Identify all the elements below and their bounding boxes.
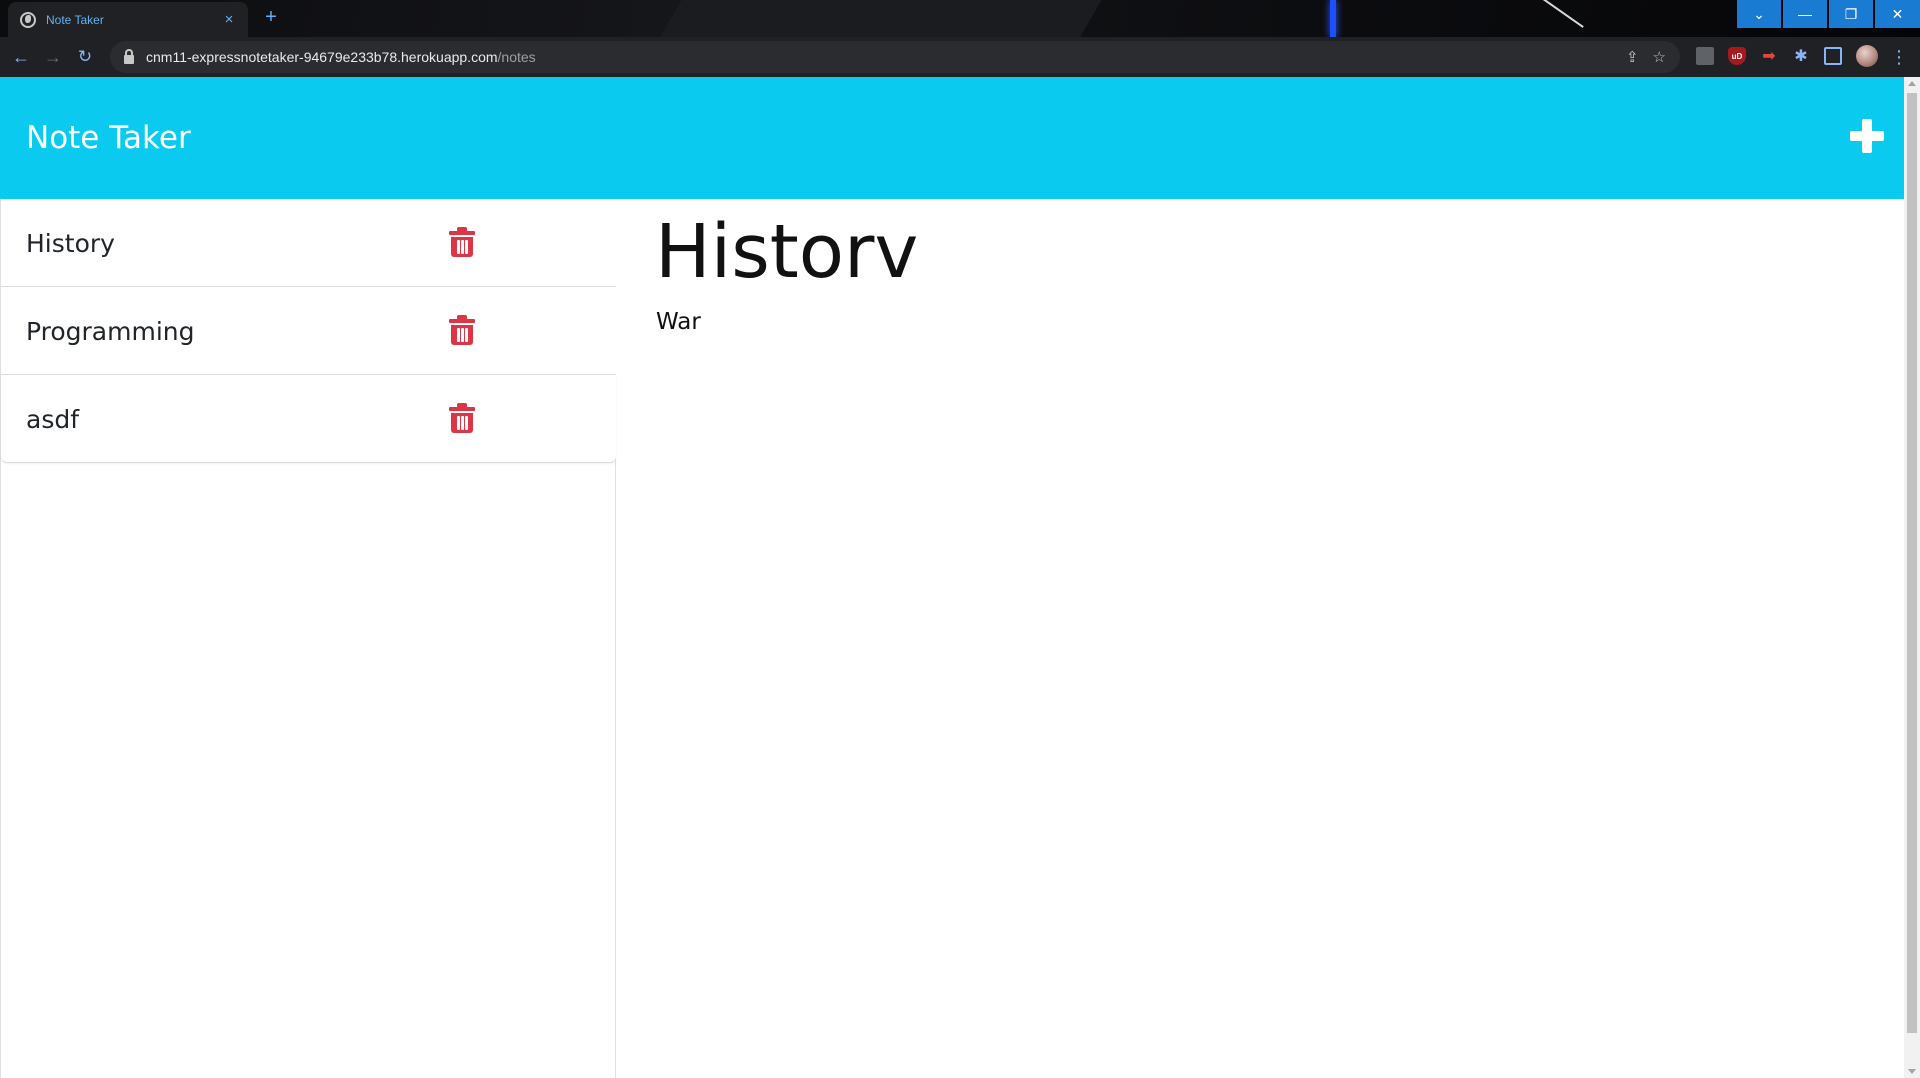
forward-button[interactable]: →	[41, 45, 65, 69]
scroll-down-arrow-icon[interactable]	[1908, 1069, 1916, 1074]
browser-menu-icon[interactable]: ⋮	[1890, 45, 1908, 69]
share-icon[interactable]: ⇪	[1626, 48, 1639, 66]
reload-button[interactable]: ↻	[73, 45, 97, 69]
browser-toolbar: ← → ↻ cnm11-expressnotetaker-94679e233b7…	[0, 37, 1920, 77]
side-panel-icon[interactable]	[1824, 47, 1842, 65]
wallpaper-accent	[1330, 0, 1336, 37]
tab-search-button[interactable]: ⌄	[1737, 0, 1781, 28]
app-header: Note Taker	[0, 77, 1904, 199]
page-scrollbar[interactable]	[1904, 77, 1920, 1078]
trash-icon[interactable]	[449, 227, 475, 257]
lock-icon[interactable]	[124, 48, 134, 64]
url-path: /notes	[497, 49, 536, 65]
note-title-input[interactable]: Historv	[655, 209, 918, 295]
close-window-button[interactable]: ✕	[1875, 0, 1920, 28]
new-note-plus-icon[interactable]	[1850, 119, 1884, 153]
wallpaper-line	[1540, 0, 1584, 28]
extension-icon[interactable]	[1696, 47, 1714, 65]
tab-close-icon[interactable]: ×	[220, 11, 238, 28]
notes-sidebar: History Programming asdf	[0, 199, 616, 1078]
list-item[interactable]: History	[1, 199, 616, 287]
profile-avatar[interactable]	[1856, 45, 1878, 67]
list-item[interactable]: Programming	[1, 287, 616, 375]
bookmark-star-icon[interactable]: ☆	[1653, 48, 1666, 66]
scroll-thumb[interactable]	[1907, 93, 1917, 1033]
new-tab-button[interactable]: +	[260, 6, 282, 28]
note-list: History Programming asdf	[1, 199, 616, 463]
globe-icon	[20, 11, 36, 28]
restore-button[interactable]: ❐	[1829, 0, 1873, 28]
note-list-title[interactable]: asdf	[26, 405, 79, 434]
puzzle-icon[interactable]: ✱	[1792, 47, 1810, 65]
extension-arrow-icon[interactable]: ➡	[1760, 47, 1778, 65]
note-list-title[interactable]: Programming	[26, 317, 195, 346]
browser-chrome: Note Taker × + ⌄ — ❐ ✕ ← → ↻ cnm11-expre…	[0, 0, 1920, 77]
tab-title: Note Taker	[46, 12, 104, 27]
note-text-area[interactable]: War	[656, 309, 701, 335]
wallpaper-shape	[646, 0, 1114, 37]
minimize-button[interactable]: —	[1783, 0, 1827, 28]
omnibox-actions: ⇪ ☆	[1626, 48, 1666, 66]
page-content: Note Taker History Programming asdf Hist…	[0, 77, 1904, 1078]
tab-strip: Note Taker × +	[0, 0, 1920, 37]
trash-icon[interactable]	[449, 403, 475, 433]
address-bar[interactable]: cnm11-expressnotetaker-94679e233b78.hero…	[110, 41, 1680, 73]
back-button[interactable]: ←	[9, 45, 33, 69]
note-list-title[interactable]: History	[26, 229, 115, 258]
url-host: cnm11-expressnotetaker-94679e233b78.hero…	[146, 49, 498, 65]
trash-icon[interactable]	[449, 315, 475, 345]
note-editor: Historv War	[616, 199, 1904, 1078]
scroll-up-arrow-icon[interactable]	[1908, 81, 1916, 86]
ublock-icon[interactable]: uD	[1728, 47, 1746, 65]
app-title[interactable]: Note Taker	[26, 120, 191, 156]
list-item[interactable]: asdf	[1, 375, 616, 463]
browser-tab[interactable]: Note Taker ×	[8, 2, 248, 37]
